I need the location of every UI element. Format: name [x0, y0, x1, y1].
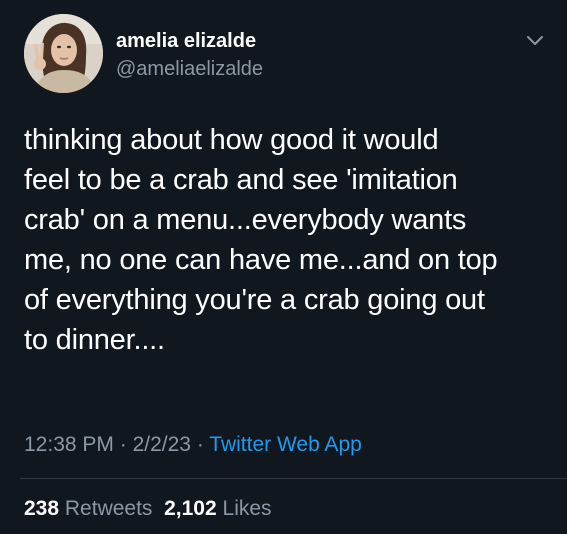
tweet-text-line: to dinner.... [24, 324, 165, 356]
likes-label: Likes [222, 497, 272, 520]
display-name[interactable]: amelia elizalde [116, 30, 256, 53]
retweets-label: Retweets [64, 497, 153, 520]
avatar-photo [24, 14, 103, 93]
tweet-card: amelia elizalde @ameliaelizalde thinking… [0, 0, 567, 534]
tweet-text-line: feel to be a crab and see 'imitation [24, 164, 458, 196]
retweets-stat[interactable]: 238 Retweets [24, 497, 152, 520]
tweet-text-line: thinking about how good it would [24, 124, 439, 156]
tweet-source-link[interactable]: Twitter Web App [209, 433, 362, 456]
tweet-text-line: me, no one can have me...and on top [24, 244, 498, 276]
tweet-text-line: of everything you're a crab going out [24, 284, 485, 316]
divider [20, 478, 567, 479]
tweet-meta: 12:38 PM · 2/2/23 · Twitter Web App [24, 433, 362, 457]
likes-stat[interactable]: 2,102 Likes [164, 497, 271, 520]
tweet-date[interactable]: 2/2/23 [133, 433, 191, 456]
tweet-text: thinking about how good it would feel to… [24, 120, 554, 360]
tweet-stats: 238 Retweets 2,102 Likes [24, 497, 272, 521]
tweet-text-line: crab' on a menu...everybody wants [24, 204, 467, 236]
avatar[interactable] [24, 14, 103, 93]
tweet-time[interactable]: 12:38 PM [24, 433, 114, 456]
likes-count: 2,102 [164, 497, 217, 520]
chevron-down-icon[interactable] [524, 30, 546, 52]
meta-separator: · [119, 433, 127, 456]
meta-separator: · [196, 433, 204, 456]
retweets-count: 238 [24, 497, 60, 520]
user-handle[interactable]: @ameliaelizalde [116, 58, 263, 81]
